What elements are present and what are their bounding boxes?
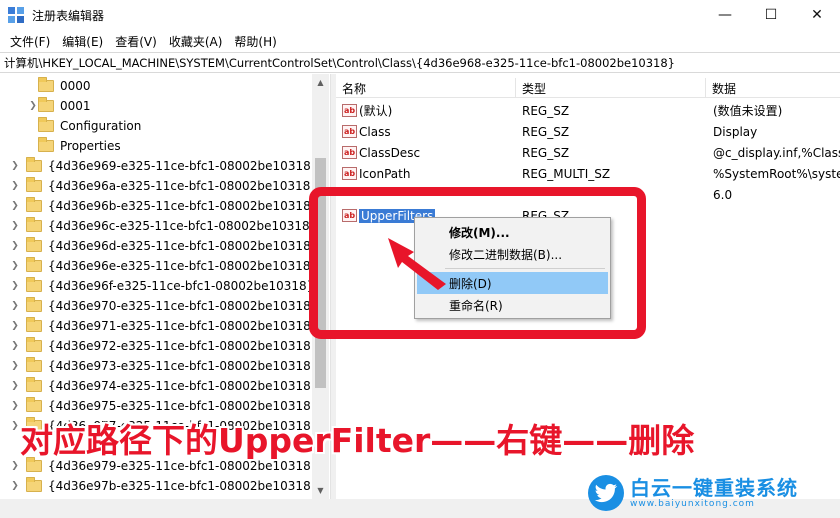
chevron-right-icon[interactable]: ❯ [10,401,20,411]
folder-icon [26,157,42,172]
tree-item[interactable]: ❯ {4d36e96a-e325-11ce-bfc1-08002be10318} [10,176,318,196]
menu-view[interactable]: 查看(V) [109,33,163,50]
menu-bar: 文件(F) 编辑(E) 查看(V) 收藏夹(A) 帮助(H) [0,30,840,52]
tree-item[interactable]: ❯ {4d36e96b-e325-11ce-bfc1-08002be10318} [10,196,318,216]
menu-edit[interactable]: 编辑(E) [56,33,109,50]
chevron-right-icon[interactable]: ❯ [10,481,20,491]
close-button[interactable]: ✕ [794,0,840,30]
folder-icon [26,217,42,232]
column-data[interactable]: 数据 [706,78,840,98]
folder-icon [26,317,42,332]
folder-icon [26,277,42,292]
chevron-right-icon[interactable]: ❯ [10,161,20,171]
string-value-icon: ab [342,167,357,180]
list-item[interactable]: ab Class REG_SZ Display [336,121,840,142]
tree-item[interactable]: ❯ {4d36e971-e325-11ce-bfc1-08002be10318} [10,316,318,336]
folder-icon [26,337,42,352]
tree-item[interactable]: ❯ {4d36e974-e325-11ce-bfc1-08002be10318} [10,376,318,396]
minimize-button[interactable]: — [702,0,748,30]
tree-item[interactable]: 0000 [28,76,91,96]
folder-icon [26,257,42,272]
title-bar: 注册表编辑器 — ☐ ✕ [0,0,840,30]
tree-item[interactable]: ❯ {4d36e96d-e325-11ce-bfc1-08002be10318} [10,236,318,256]
folder-icon [26,477,42,492]
menu-separator [445,268,605,269]
maximize-button[interactable]: ☐ [748,0,794,30]
scroll-down-icon[interactable]: ▼ [312,482,329,499]
window-title: 注册表编辑器 [32,8,105,23]
expand-icon[interactable] [28,141,38,151]
folder-icon [26,177,42,192]
chevron-right-icon[interactable]: ❯ [10,361,20,371]
chevron-right-icon[interactable]: ❯ [10,221,20,231]
chevron-right-icon[interactable]: ❯ [10,261,20,271]
watermark-logo: 白云一键重装系统 www.baiyunxitong.com [588,471,838,515]
chevron-right-icon[interactable]: ❯ [10,321,20,331]
folder-icon [26,237,42,252]
tree-item[interactable]: ❯ 0001 [28,96,91,116]
column-name[interactable]: 名称 [336,78,516,98]
tree-item[interactable]: ❯ {4d36e972-e325-11ce-bfc1-08002be10318} [10,336,318,356]
tree-item[interactable]: ❯ {4d36e973-e325-11ce-bfc1-08002be10318} [10,356,318,376]
string-value-icon: ab [342,146,357,159]
tree-item[interactable]: ❯ {4d36e96f-e325-11ce-bfc1-08002be10318} [10,276,314,296]
pointer-arrow-icon [388,238,446,290]
folder-icon [26,197,42,212]
folder-icon [26,397,42,412]
list-header: 名称 类型 数据 [336,78,840,98]
menu-help[interactable]: 帮助(H) [228,33,282,50]
column-type[interactable]: 类型 [516,78,706,98]
logo-name: 白云一键重装系统 [630,476,798,500]
address-bar[interactable]: 计算机\HKEY_LOCAL_MACHINE\SYSTEM\CurrentCon… [0,52,840,73]
tree-item[interactable]: ❯ {4d36e97b-e325-11ce-bfc1-08002be10318} [10,476,318,496]
scroll-up-icon[interactable]: ▲ [312,74,329,91]
tree-item[interactable]: ❯ {4d36e96e-e325-11ce-bfc1-08002be10318} [10,256,318,276]
chevron-right-icon[interactable]: ❯ [10,381,20,391]
list-item[interactable]: ab (默认) REG_SZ (数值未设置) [336,100,840,121]
bird-logo-icon [588,475,624,511]
folder-icon [38,77,54,92]
folder-icon [38,97,54,112]
expand-icon[interactable] [28,81,38,91]
menu-rename[interactable]: 重命名(R) [417,294,608,316]
regedit-icon [8,7,24,23]
chevron-right-icon[interactable]: ❯ [10,421,20,431]
chevron-right-icon[interactable]: ❯ [10,301,20,311]
string-value-icon: ab [342,125,357,138]
menu-file[interactable]: 文件(F) [4,33,56,50]
list-item[interactable]: ab IconPath REG_MULTI_SZ %SystemRoot%\sy… [336,163,840,184]
tree-item[interactable]: ❯ {4d36e970-e325-11ce-bfc1-08002be10318} [10,296,318,316]
chevron-right-icon[interactable]: ❯ [10,461,20,471]
folder-icon [26,297,42,312]
chevron-right-icon[interactable]: ❯ [10,201,20,211]
folder-icon [26,357,42,372]
list-item[interactable]: ab ClassDesc REG_SZ @c_display.inf,%Clas… [336,142,840,163]
folder-icon [38,137,54,152]
chevron-right-icon[interactable]: ❯ [10,341,20,351]
chevron-right-icon[interactable]: ❯ [10,281,20,291]
folder-icon [38,117,54,132]
tree-item[interactable]: ❯ {4d36e975-e325-11ce-bfc1-08002be10318} [10,396,318,416]
instruction-caption: 对应路径下的UpperFilter——右键——删除 [20,421,695,460]
chevron-right-icon[interactable]: ❯ [10,241,20,251]
tree-item[interactable]: ❯ {4d36e969-e325-11ce-bfc1-08002be10318} [10,156,318,176]
tree-item[interactable]: Properties [28,136,121,156]
expand-icon[interactable] [28,121,38,131]
menu-favorites[interactable]: 收藏夹(A) [163,33,229,50]
string-value-icon: ab [342,104,357,117]
folder-icon [26,377,42,392]
chevron-right-icon[interactable]: ❯ [10,181,20,191]
tree-item[interactable]: Configuration [28,116,141,136]
logo-url: www.baiyunxitong.com [630,499,755,509]
chevron-right-icon[interactable]: ❯ [28,101,38,111]
tree-item[interactable]: ❯ {4d36e96c-e325-11ce-bfc1-08002be10318} [10,216,317,236]
